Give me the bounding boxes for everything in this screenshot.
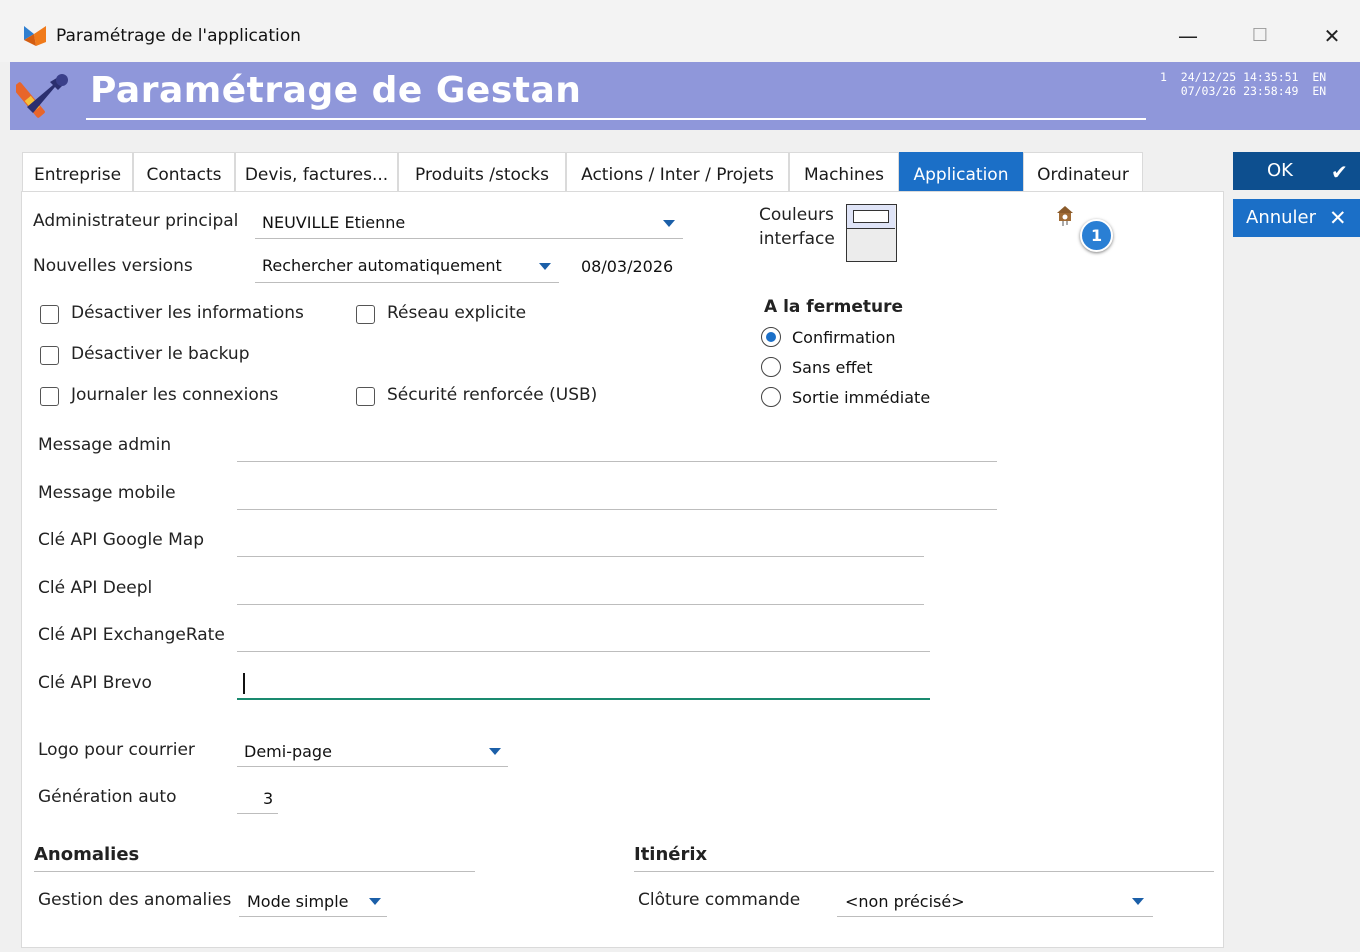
disable-backup-checkbox[interactable]	[40, 346, 59, 365]
checkmark-icon: ✔	[1331, 160, 1348, 184]
deepl-input[interactable]	[237, 604, 924, 605]
cancel-label: Annuler	[1246, 207, 1317, 228]
maximize-button[interactable]: ☐	[1240, 18, 1280, 54]
tab-contacts[interactable]: Contacts	[133, 152, 235, 191]
tab-produits-stocks[interactable]: Produits /stocks	[398, 152, 566, 191]
cancel-button[interactable]: Annuler ✕	[1233, 199, 1360, 237]
radio-sortie-immediate-label: Sortie immédiate	[792, 388, 931, 407]
tab-entreprise[interactable]: Entreprise	[22, 152, 133, 191]
disable-info-label: Désactiver les informations	[71, 303, 304, 323]
generation-underline	[237, 813, 278, 814]
brevo-input[interactable]	[237, 698, 930, 700]
explicit-network-label: Réseau explicite	[387, 303, 527, 323]
secure-usb-checkbox[interactable]	[356, 387, 375, 406]
admin-select-value[interactable]: NEUVILLE Etienne	[262, 213, 405, 232]
anomalies-dropdown-icon[interactable]	[369, 898, 381, 905]
tools-icon	[16, 74, 68, 118]
versions-select-value[interactable]: Rechercher automatiquement	[262, 256, 502, 275]
logo-label: Logo pour courrier	[38, 740, 195, 760]
message-admin-label: Message admin	[38, 435, 172, 455]
deepl-label: Clé API Deepl	[38, 578, 153, 598]
title-underline	[86, 118, 1146, 120]
color-swatch-inner	[853, 210, 889, 223]
page-title: Paramétrage de Gestan	[90, 70, 582, 111]
radio-confirmation-label: Confirmation	[792, 328, 896, 347]
logo-select-underline	[237, 766, 508, 767]
radio-selected-dot	[765, 331, 776, 342]
message-admin-input[interactable]	[237, 461, 997, 462]
itinerix-select-value[interactable]: <non précisé>	[845, 892, 965, 911]
admin-label: Administrateur principal	[33, 211, 239, 231]
minimize-button[interactable]: —	[1168, 18, 1208, 54]
notification-badge[interactable]: 1	[1080, 219, 1113, 252]
tab-machines[interactable]: Machines	[789, 152, 899, 191]
logo-dropdown-icon[interactable]	[489, 748, 501, 755]
tab-application[interactable]: Application	[899, 152, 1023, 191]
cancel-x-icon: ✕	[1329, 206, 1347, 230]
session-info: 1 24/12/25 14:35:51 EN 07/03/26 23:58:49…	[1160, 70, 1327, 98]
itinerix-select-underline	[837, 916, 1153, 917]
itinerix-title: Itinérix	[634, 844, 708, 865]
itinerix-label: Clôture commande	[638, 890, 801, 910]
anomalies-title: Anomalies	[34, 844, 140, 865]
window-title: Paramétrage de l'application	[56, 26, 301, 46]
itinerix-divider	[634, 871, 1214, 872]
google-map-label: Clé API Google Map	[38, 530, 204, 550]
google-map-input[interactable]	[237, 556, 924, 557]
versions-select-underline	[255, 282, 559, 283]
ok-label: OK	[1267, 160, 1293, 181]
ok-button[interactable]: OK ✔	[1233, 152, 1360, 190]
exchange-rate-input[interactable]	[237, 651, 930, 652]
explicit-network-checkbox[interactable]	[356, 305, 375, 324]
radio-sans-effet-label: Sans effet	[792, 358, 873, 377]
generation-label: Génération auto	[38, 787, 177, 807]
brevo-label: Clé API Brevo	[38, 673, 152, 693]
color-swatch[interactable]	[846, 204, 897, 262]
versions-label: Nouvelles versions	[33, 256, 193, 276]
versions-date: 08/03/2026	[581, 257, 674, 276]
secure-usb-label: Sécurité renforcée (USB)	[387, 385, 598, 405]
app-logo-icon	[24, 26, 46, 46]
radio-confirmation[interactable]	[761, 327, 781, 347]
log-connections-label: Journaler les connexions	[71, 385, 279, 405]
anomalies-divider	[34, 871, 475, 872]
radio-sortie-immediate[interactable]	[761, 387, 781, 407]
message-mobile-label: Message mobile	[38, 483, 176, 503]
logo-select-value[interactable]: Demi-page	[244, 742, 332, 761]
anomalies-select-value[interactable]: Mode simple	[247, 892, 349, 911]
itinerix-dropdown-icon[interactable]	[1132, 898, 1144, 905]
badge-count: 1	[1091, 226, 1103, 245]
tab-devis-factures[interactable]: Devis, factures...	[235, 152, 398, 191]
cuckoo-clock-icon[interactable]	[1056, 205, 1074, 227]
versions-dropdown-icon[interactable]	[539, 263, 551, 270]
closing-title: A la fermeture	[764, 297, 903, 317]
message-mobile-input[interactable]	[237, 509, 997, 510]
tab-actions-inter-projets[interactable]: Actions / Inter / Projets	[566, 152, 789, 191]
radio-sans-effet[interactable]	[761, 357, 781, 377]
colors-label-1: Couleurs	[759, 205, 834, 225]
disable-backup-label: Désactiver le backup	[71, 344, 250, 364]
admin-dropdown-icon[interactable]	[663, 220, 675, 227]
disable-info-checkbox[interactable]	[40, 305, 59, 324]
anomalies-label: Gestion des anomalies	[38, 890, 232, 910]
exchange-rate-label: Clé API ExchangeRate	[38, 625, 225, 645]
text-cursor	[243, 673, 245, 694]
anomalies-select-underline	[239, 916, 387, 917]
admin-select-underline	[255, 238, 683, 239]
log-connections-checkbox[interactable]	[40, 387, 59, 406]
colors-label-2: interface	[759, 229, 835, 249]
tab-ordinateur[interactable]: Ordinateur	[1023, 152, 1143, 191]
close-button[interactable]: ✕	[1312, 18, 1352, 54]
generation-value[interactable]: 3	[263, 789, 273, 808]
